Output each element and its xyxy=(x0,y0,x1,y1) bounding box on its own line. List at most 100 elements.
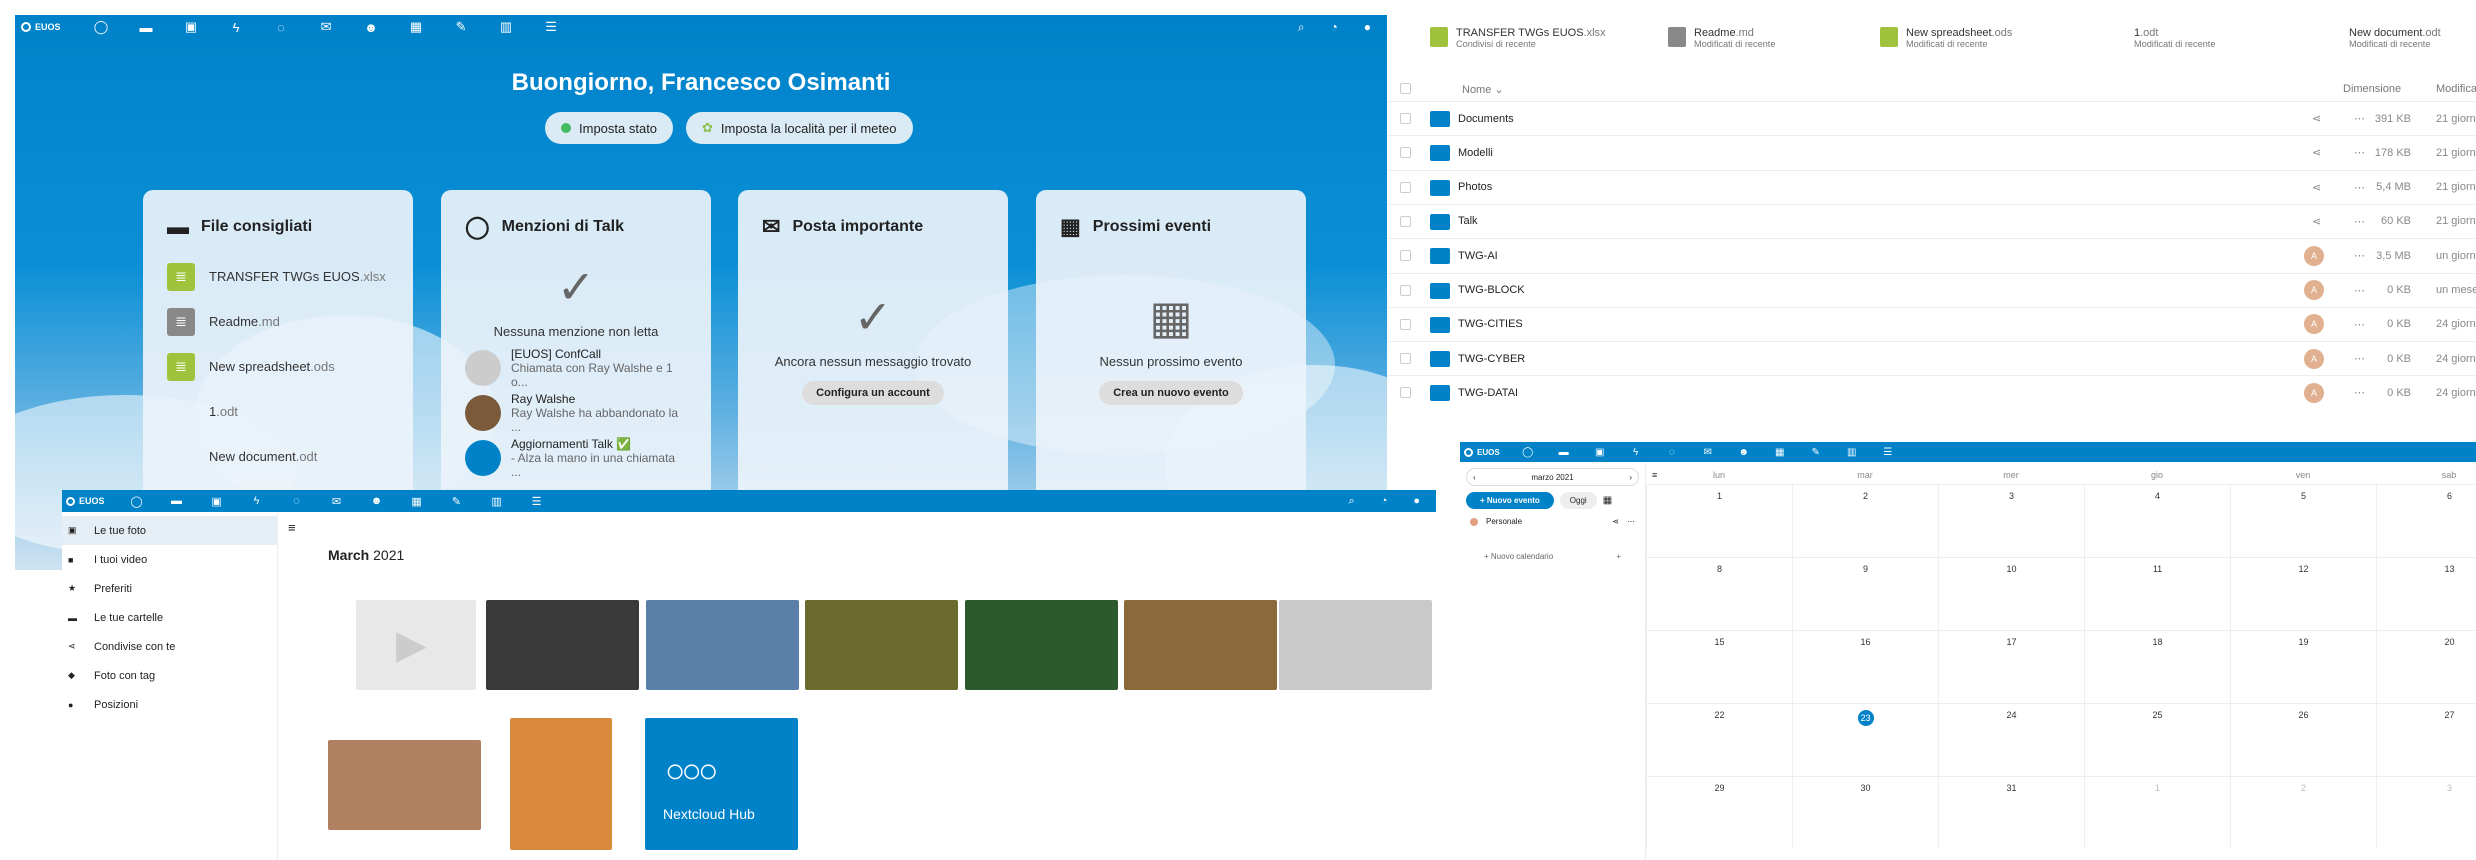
file-row[interactable]: Talk ⋖ ⋯ 60 KB 21 giorni xyxy=(1388,203,2476,238)
more-icon[interactable]: ⋯ xyxy=(2354,318,2365,331)
next-month-icon[interactable]: › xyxy=(1629,473,1632,482)
talk-icon[interactable]: ◌ xyxy=(1654,447,1690,458)
day-cell[interactable]: 6 xyxy=(2376,484,2476,557)
file-item[interactable]: ≣ TRANSFER TWGs EUOS.xlsx xyxy=(167,254,389,299)
recent-file[interactable]: 1.odt Modificati di recente xyxy=(2108,27,2215,49)
photos-icon[interactable]: ▣ xyxy=(169,19,214,35)
row-checkbox[interactable] xyxy=(1400,181,1411,193)
sidebar-item-star[interactable]: ★ Preferiti xyxy=(62,574,277,603)
photo-thumbnail[interactable] xyxy=(646,600,799,690)
sidebar-item-tag[interactable]: ◆ Foto con tag xyxy=(62,661,277,690)
tasks-icon[interactable]: ☰ xyxy=(529,19,574,35)
set-weather-location-button[interactable]: ✿ Imposta la località per il meteo xyxy=(686,112,913,144)
notifications-icon[interactable]: ◔ xyxy=(1331,20,1338,35)
file-row[interactable]: Photos ⋖ ⋯ 5,4 MB 21 giorni xyxy=(1388,169,2476,204)
file-item[interactable]: ≣ New spreadsheet.ods xyxy=(167,344,389,389)
talk-conversation[interactable]: Aggiornamenti Talk ✅ - Alza la mano in un… xyxy=(465,435,687,480)
day-cell[interactable]: 11 xyxy=(2084,557,2230,630)
configure-account-button[interactable]: Configura un account xyxy=(802,381,944,405)
file-row[interactable]: Modelli ⋖ ⋯ 178 KB 21 giorni xyxy=(1388,135,2476,169)
day-cell[interactable]: 15 xyxy=(1646,630,1792,703)
file-item[interactable]: New document.odt xyxy=(167,434,389,479)
day-cell[interactable]: 17 xyxy=(1938,630,2084,703)
more-icon[interactable]: ⋯ xyxy=(2354,146,2365,159)
recent-file[interactable]: New spreadsheet.ods Modificati di recente xyxy=(1880,27,2012,49)
file-row[interactable]: TWG-DATAI A ⋯ 0 KB 24 giorni xyxy=(1388,375,2476,409)
day-cell[interactable]: 9 xyxy=(1792,557,1938,630)
day-cell[interactable]: 4 xyxy=(2084,484,2230,557)
share-icon[interactable]: ⋖ xyxy=(2312,112,2321,125)
contacts-icon[interactable]: ☻ xyxy=(1726,447,1762,458)
activity-icon[interactable]: ϟ xyxy=(237,495,277,508)
mail-icon[interactable]: ✉ xyxy=(1690,447,1726,458)
day-cell[interactable]: 2 xyxy=(1792,484,1938,557)
day-cell[interactable]: 25 xyxy=(2084,703,2230,776)
day-cell[interactable]: 26 xyxy=(2230,703,2376,776)
month-picker[interactable]: ‹ marzo 2021 › xyxy=(1466,468,1639,486)
day-cell[interactable]: 3 xyxy=(2376,776,2476,849)
user-menu-icon[interactable]: ● xyxy=(1413,495,1420,508)
files-icon[interactable]: ▬ xyxy=(124,19,169,35)
recent-file[interactable]: New document.odt Modificati di recente xyxy=(2323,27,2441,49)
day-cell[interactable]: 5 xyxy=(2230,484,2376,557)
search-icon[interactable]: ⌕ xyxy=(1349,495,1355,508)
share-icon[interactable]: ⋖ xyxy=(2312,181,2321,194)
activity-icon[interactable]: ϟ xyxy=(214,19,259,35)
more-icon[interactable]: ⋯ xyxy=(2354,352,2365,365)
sidebar-item-location[interactable]: ● Posizioni xyxy=(62,690,277,719)
file-item[interactable]: 1.odt xyxy=(167,389,389,434)
row-checkbox[interactable] xyxy=(1400,113,1411,124)
new-calendar-button[interactable]: + Nuovo calendario + xyxy=(1484,552,1621,561)
sidebar-item-image[interactable]: ▣ Le tue foto xyxy=(62,516,277,545)
day-cell[interactable]: 24 xyxy=(1938,703,2084,776)
file-row[interactable]: TWG-CYBER A ⋯ 0 KB 24 giorni xyxy=(1388,341,2476,375)
dashboard-icon[interactable]: ◯ xyxy=(117,495,157,508)
files-icon[interactable]: ▬ xyxy=(157,495,197,508)
more-icon[interactable]: ⋯ xyxy=(1627,517,1635,526)
tasks-icon[interactable]: ☰ xyxy=(517,495,557,508)
photo-thumbnail[interactable] xyxy=(1124,600,1277,690)
more-icon[interactable]: ⋯ xyxy=(2354,386,2365,399)
select-all-checkbox[interactable] xyxy=(1400,83,1411,94)
day-cell[interactable]: 23 xyxy=(1792,703,1938,776)
set-status-button[interactable]: Imposta stato xyxy=(545,112,674,144)
share-icon[interactable]: ⋖ xyxy=(1612,517,1619,526)
photos-icon[interactable]: ▣ xyxy=(1582,447,1618,458)
day-cell[interactable]: 13 xyxy=(2376,557,2476,630)
talk-conversation[interactable]: [EUOS] ConfCall Chiamata con Ray Walshe e… xyxy=(465,345,687,390)
row-checkbox[interactable] xyxy=(1400,215,1411,227)
more-icon[interactable]: ⋯ xyxy=(2354,284,2365,297)
row-checkbox[interactable] xyxy=(1400,284,1411,296)
photo-thumbnail[interactable] xyxy=(328,740,481,830)
share-icon[interactable]: ⋖ xyxy=(2312,146,2321,159)
file-row[interactable]: TWG-CITIES A ⋯ 0 KB 24 giorni xyxy=(1388,306,2476,341)
more-icon[interactable]: ⋯ xyxy=(2354,249,2365,262)
day-cell[interactable]: 12 xyxy=(2230,557,2376,630)
recent-file[interactable]: Readme.md Modificati di recente xyxy=(1668,27,1775,49)
file-row[interactable]: TWG-BLOCK A ⋯ 0 KB un mese xyxy=(1388,272,2476,307)
files-icon[interactable]: ▬ xyxy=(1546,447,1582,458)
notifications-icon[interactable]: ◔ xyxy=(1381,495,1388,508)
file-row[interactable]: TWG-AI A ⋯ 3,5 MB un giorno xyxy=(1388,238,2476,272)
day-cell[interactable]: 1 xyxy=(2084,776,2230,849)
logo[interactable]: EUOS xyxy=(66,496,105,506)
sidebar-item-folder[interactable]: ▬ Le tue cartelle xyxy=(62,603,277,632)
calendar-icon[interactable]: ▦ xyxy=(1762,447,1798,458)
more-icon[interactable]: ⋯ xyxy=(2354,215,2365,228)
day-cell[interactable]: 3 xyxy=(1938,484,2084,557)
share-icon[interactable]: ⋖ xyxy=(2312,215,2321,228)
new-event-button[interactable]: + Nuovo evento xyxy=(1466,492,1554,509)
today-button[interactable]: Oggi xyxy=(1559,492,1597,509)
day-cell[interactable]: 20 xyxy=(2376,630,2476,703)
day-cell[interactable]: 2 xyxy=(2230,776,2376,849)
user-menu-icon[interactable]: ● xyxy=(1364,20,1371,35)
day-cell[interactable]: 8 xyxy=(1646,557,1792,630)
photo-thumbnail[interactable] xyxy=(486,600,639,690)
size-column-header[interactable]: Dimensione xyxy=(2343,83,2401,95)
video-thumbnail[interactable]: ▶ xyxy=(356,600,476,690)
row-checkbox[interactable] xyxy=(1400,387,1411,399)
more-icon[interactable]: ⋯ xyxy=(2354,181,2365,194)
dashboard-icon[interactable]: ◯ xyxy=(79,19,124,35)
sidebar-item-share[interactable]: ⋖ Condivise con te xyxy=(62,632,277,661)
notes-icon[interactable]: ✎ xyxy=(439,19,484,35)
